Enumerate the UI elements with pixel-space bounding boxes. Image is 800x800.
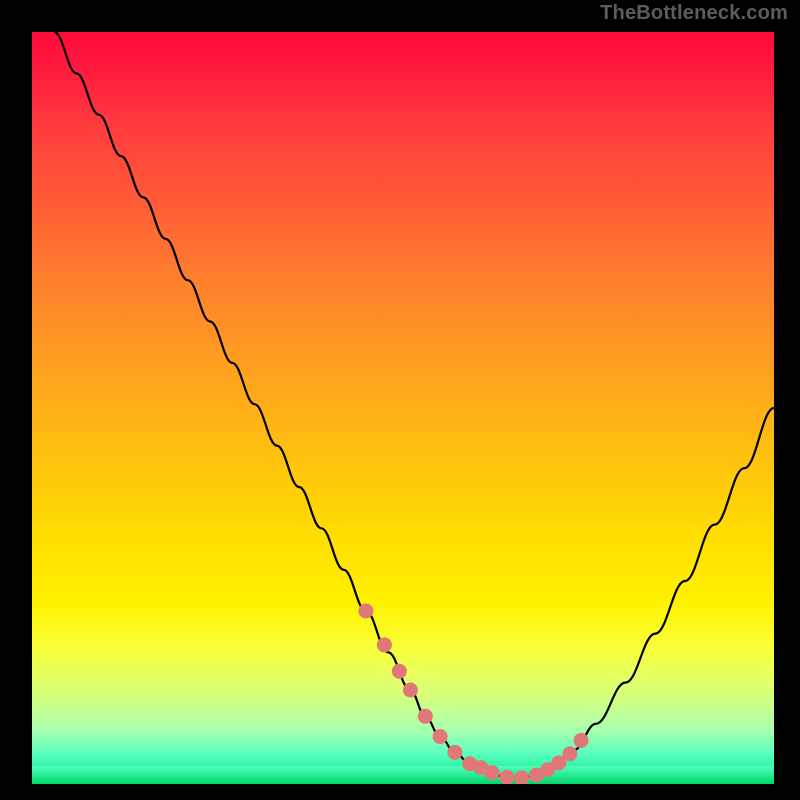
sweet-spot-dot: [418, 709, 433, 724]
sweet-spot-dot: [358, 604, 373, 619]
sweet-spot-dots: [32, 32, 774, 784]
chart-area: [32, 32, 774, 784]
sweet-spot-dot: [392, 664, 407, 679]
sweet-spot-dot: [433, 729, 448, 744]
sweet-spot-dot: [574, 733, 589, 748]
watermark-text: TheBottleneck.com: [600, 2, 788, 25]
sweet-spot-dot: [403, 683, 418, 698]
sweet-spot-dot: [447, 745, 462, 760]
sweet-spot-dot: [562, 746, 577, 761]
sweet-spot-dot: [485, 765, 500, 780]
sweet-spot-dot: [377, 637, 392, 652]
sweet-spot-dot: [514, 771, 529, 785]
sweet-spot-dot: [499, 770, 514, 784]
